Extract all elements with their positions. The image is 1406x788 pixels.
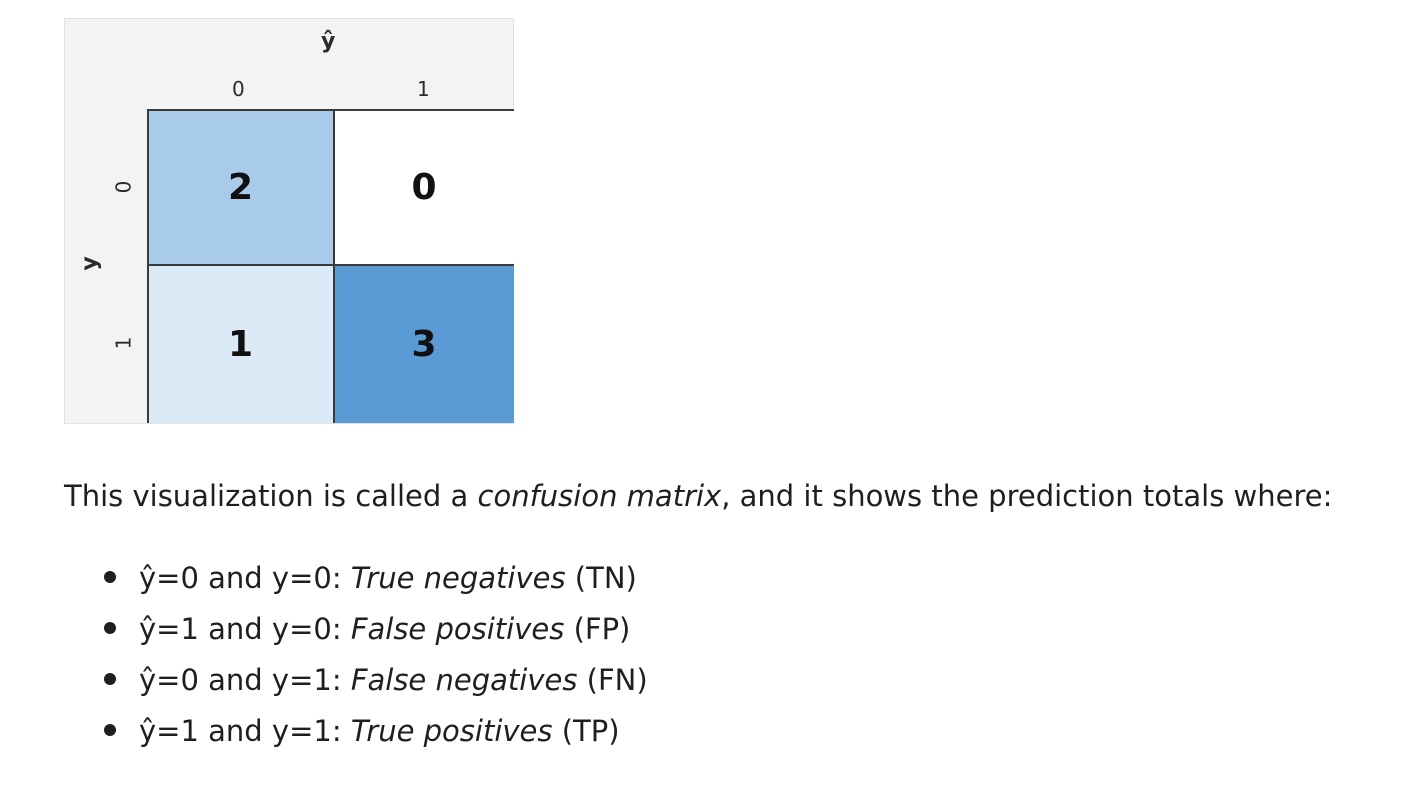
list-item-abbr: (TN) bbox=[565, 561, 637, 595]
list-item: ŷ=0 and y=1: False negatives (FN) bbox=[64, 658, 648, 709]
list-item-abbr: (TP) bbox=[552, 714, 620, 748]
list-item-term: True negatives bbox=[350, 561, 566, 595]
list-item: ŷ=0 and y=0: True negatives (TN) bbox=[64, 556, 648, 607]
list-item-term: False negatives bbox=[350, 663, 578, 697]
predicted-axis-title: ŷ bbox=[321, 29, 336, 54]
list-item-term: True positives bbox=[350, 714, 553, 748]
list-item: ŷ=1 and y=0: False positives (FP) bbox=[64, 607, 648, 658]
list-item: ŷ=1 and y=1: True positives (TP) bbox=[64, 709, 648, 760]
intro-paragraph: This visualization is called a confusion… bbox=[64, 476, 1332, 516]
bullet-icon bbox=[104, 571, 116, 583]
grid-left-line bbox=[147, 109, 149, 423]
list-item-abbr: (FP) bbox=[564, 612, 631, 646]
row-tick-0: 0 bbox=[111, 180, 136, 194]
intro-text-before: This visualization is called a bbox=[64, 479, 478, 513]
confusion-matrix-figure: ŷ 0 1 y 0 1 2 0 1 3 bbox=[64, 18, 514, 424]
cell-fn: 1 bbox=[147, 265, 334, 423]
list-item-term: False positives bbox=[350, 612, 565, 646]
col-tick-0: 0 bbox=[232, 77, 245, 101]
grid-mid-vertical-line bbox=[333, 109, 335, 423]
list-item-abbr: (FN) bbox=[577, 663, 648, 697]
page: ŷ 0 1 y 0 1 2 0 1 3 This visualization i… bbox=[0, 0, 1406, 788]
list-item-condition: ŷ=1 and y=1: bbox=[139, 714, 351, 748]
list-item-condition: ŷ=0 and y=1: bbox=[139, 663, 351, 697]
intro-emphasis: confusion matrix bbox=[477, 479, 722, 513]
cell-tn: 2 bbox=[147, 109, 334, 265]
bullet-icon bbox=[104, 724, 116, 736]
cell-fp: 0 bbox=[334, 109, 514, 265]
cell-tp: 3 bbox=[334, 265, 514, 423]
definition-list: ŷ=0 and y=0: True negatives (TN) ŷ=1 and… bbox=[64, 556, 648, 760]
row-tick-1: 1 bbox=[111, 336, 136, 350]
matrix-grid: 2 0 1 3 bbox=[147, 109, 514, 423]
bullet-icon bbox=[104, 673, 116, 685]
grid-top-line bbox=[147, 109, 514, 111]
list-item-condition: ŷ=0 and y=0: bbox=[139, 561, 351, 595]
list-item-condition: ŷ=1 and y=0: bbox=[139, 612, 351, 646]
grid-mid-horizontal-line bbox=[147, 264, 514, 266]
intro-text-after: , and it shows the prediction totals whe… bbox=[721, 479, 1333, 513]
actual-axis-title: y bbox=[77, 256, 103, 271]
col-tick-1: 1 bbox=[417, 77, 430, 101]
bullet-icon bbox=[104, 622, 116, 634]
